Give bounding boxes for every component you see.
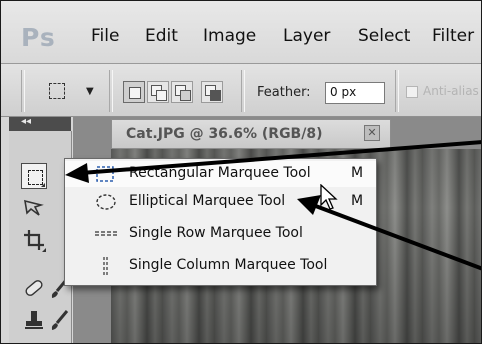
tools-panel-header — [9, 117, 71, 131]
flyout-shortcut: M — [351, 165, 364, 181]
new-selection-button[interactable] — [123, 81, 145, 103]
options-bar: ▼ Feather: 0 px Anti-alias — [1, 64, 481, 117]
options-divider — [241, 70, 245, 112]
flyout-item-single-column-marquee[interactable]: Single Column Marquee Tool — [65, 253, 376, 279]
menu-filter[interactable]: Filter — [432, 26, 474, 46]
single-row-marquee-icon — [95, 225, 117, 243]
flyout-label: Single Column Marquee Tool — [129, 257, 328, 273]
options-divider — [395, 70, 399, 112]
subtract-selection-icon-overlap — [180, 90, 191, 101]
antialias-label: Anti-alias — [423, 84, 479, 98]
single-column-marquee-icon — [95, 257, 117, 275]
intersect-selection-icon-overlap — [210, 90, 221, 101]
clone-stamp-tool[interactable] — [21, 307, 47, 333]
ps-logo: Ps — [21, 23, 56, 52]
history-brush-icon — [47, 307, 73, 333]
stamp-icon — [21, 307, 47, 333]
add-selection-icon-overlap — [156, 90, 167, 101]
new-selection-icon — [129, 87, 141, 99]
rectangular-marquee-tool[interactable] — [21, 163, 47, 189]
flyout-label: Elliptical Marquee Tool — [129, 193, 286, 209]
chevron-down-icon: ▼ — [86, 86, 94, 97]
menu-bar: Ps File Edit Image Layer Select Filter — [1, 1, 481, 64]
photoshop-window: Ps File Edit Image Layer Select Filter ▼ — [0, 0, 482, 344]
menu-image[interactable]: Image — [203, 26, 256, 46]
tools-panel — [9, 131, 72, 343]
close-icon[interactable]: ✕ — [364, 125, 380, 141]
feather-input[interactable]: 0 px — [325, 82, 385, 104]
options-bar-grip[interactable] — [21, 70, 25, 112]
mouse-cursor-icon — [320, 184, 338, 210]
subtract-from-selection-button[interactable] — [171, 81, 193, 103]
crop-tool[interactable] — [21, 227, 47, 253]
intersect-with-selection-button[interactable] — [201, 81, 223, 103]
document-tab[interactable]: Cat.JPG @ 36.6% (RGB/8) ✕ — [111, 119, 391, 149]
antialias-checkbox[interactable] — [406, 86, 418, 98]
history-brush-tool[interactable] — [47, 307, 73, 333]
rectangular-marquee-icon — [49, 83, 65, 99]
lasso-tool[interactable] — [21, 195, 47, 221]
rectangular-marquee-icon — [95, 165, 117, 183]
tool-flyout-indicator — [42, 248, 46, 252]
tool-flyout-indicator — [41, 183, 45, 187]
feather-label: Feather: — [257, 85, 311, 100]
menu-edit[interactable]: Edit — [145, 26, 178, 46]
healing-brush-tool[interactable] — [21, 275, 47, 301]
elliptical-marquee-icon — [95, 193, 117, 211]
lasso-icon — [21, 195, 47, 221]
add-to-selection-button[interactable] — [147, 81, 169, 103]
menu-layer[interactable]: Layer — [283, 26, 330, 46]
flyout-label: Rectangular Marquee Tool — [129, 165, 311, 181]
menu-select[interactable]: Select — [358, 26, 410, 46]
tool-preset-picker[interactable]: ▼ — [41, 78, 97, 104]
collapse-icon[interactable]: ◂◂ — [21, 116, 31, 127]
flyout-shortcut: M — [351, 193, 364, 209]
document-title: Cat.JPG @ 36.6% (RGB/8) — [126, 126, 323, 142]
marquee-tool-flyout: Rectangular Marquee Tool M Elliptical Ma… — [64, 158, 377, 286]
healing-brush-icon — [21, 275, 47, 301]
flyout-label: Single Row Marquee Tool — [129, 225, 303, 241]
options-divider — [109, 70, 113, 112]
flyout-item-single-row-marquee[interactable]: Single Row Marquee Tool — [65, 221, 376, 247]
menu-file[interactable]: File — [91, 26, 119, 46]
